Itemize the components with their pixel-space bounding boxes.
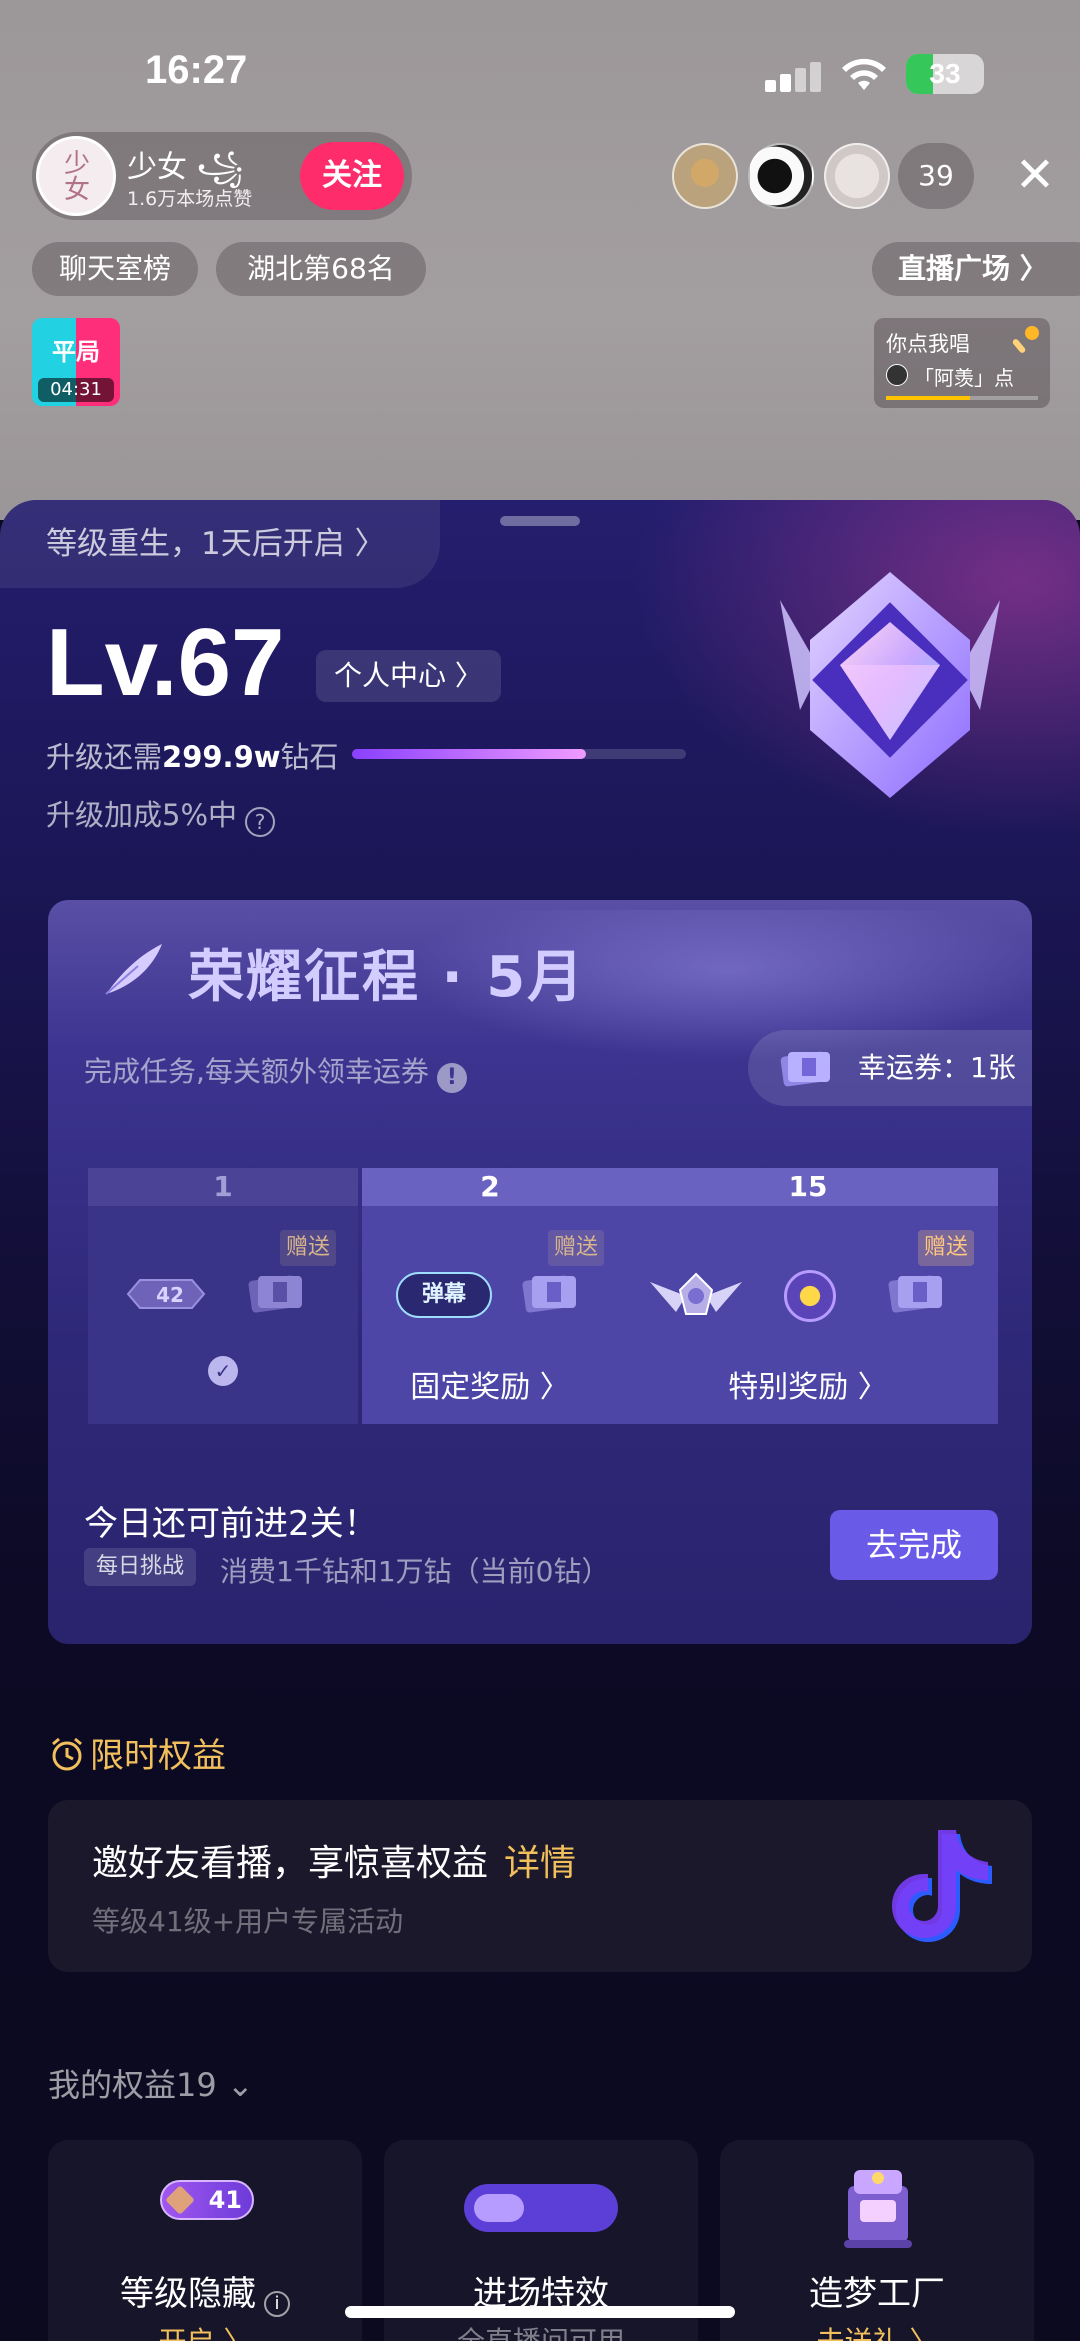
personal-center-button[interactable]: 个人中心 〉 — [316, 650, 501, 702]
svg-text:42: 42 — [156, 1283, 184, 1307]
cellular-signal-icon — [765, 62, 821, 92]
right-action[interactable]: 开启 〉 — [48, 2320, 362, 2341]
dream-factory-icon — [844, 2170, 912, 2248]
stage-1[interactable]: 1 赠送 42 ✓ — [88, 1168, 358, 1424]
microphone-icon — [1012, 326, 1039, 353]
my-rights-toggle[interactable]: 我的权益19 ⌄ — [48, 2060, 254, 2106]
daily-challenge-tag: 每日挑战 — [84, 1548, 197, 1586]
invite-subtitle: 等级41级+用户专属活动 — [92, 1905, 404, 1938]
level-sheet: 等级重生，1天后开启 〉 Lv.67 个人中心 〉 升级还需299.9w钻石 升… — [0, 500, 1080, 2341]
right-action[interactable]: 去送礼 〉 — [720, 2320, 1034, 2341]
live-plaza-button[interactable]: 直播广场 〉 — [872, 242, 1080, 296]
stage-2[interactable]: 2 赠送 弹幕 固定奖励 〉 — [362, 1168, 618, 1424]
honor-journey-card: 荣耀征程 · 5月 完成任务,每关额外领幸运券! 幸运券：1张 1 赠送 42 — [48, 900, 1032, 1644]
right-action: 全直播间可用 — [384, 2320, 698, 2341]
viewer-avatar[interactable] — [748, 143, 814, 209]
gift-tag: 赠送 — [918, 1230, 975, 1266]
status-time: 16:27 — [145, 48, 248, 92]
region-rank-tag[interactable]: 湖北第68名 — [216, 242, 426, 296]
honor-subtitle: 完成任务,每关额外领幸运券! — [84, 1050, 467, 1093]
info-icon[interactable]: i — [264, 2291, 290, 2317]
entrance-effect-icon — [464, 2184, 618, 2232]
tiktok-logo-icon — [892, 1830, 992, 1942]
level-diamond-badge-icon — [780, 572, 1000, 798]
home-indicator[interactable] — [345, 2306, 735, 2318]
completed-check-icon: ✓ — [208, 1356, 238, 1386]
requester-avatar — [886, 364, 908, 386]
sheet-drag-handle[interactable] — [500, 516, 580, 526]
daily-challenge-desc: 消费1千钻和1万钻（当前0钻） — [220, 1555, 610, 1588]
stage-number: 15 — [618, 1168, 998, 1206]
alarm-clock-icon — [52, 1737, 82, 1771]
level-41-badge-icon: 41 — [160, 2180, 254, 2220]
status-bar: 16:27 33 — [0, 40, 1080, 110]
stage-number: 2 — [362, 1168, 618, 1206]
battery-level: 33 — [929, 58, 961, 89]
honor-title: 荣耀征程 · 5月 — [188, 945, 586, 1010]
invite-detail-link[interactable]: 详情 — [504, 1843, 576, 1884]
level-progress-bar — [352, 749, 686, 759]
gift-tag: 赠送 — [548, 1230, 605, 1266]
pk-status-badge[interactable]: 平局 04:31 — [32, 318, 120, 406]
danmu-badge: 弹幕 — [396, 1272, 492, 1318]
help-icon[interactable]: ? — [245, 807, 276, 837]
follow-button[interactable]: 关注 — [300, 142, 404, 210]
today-progress-text: 今日还可前进2关！ — [84, 1504, 378, 1544]
ticket-icon — [522, 1275, 576, 1313]
upgrade-bonus: 升级加成5%中? — [46, 792, 276, 837]
pk-timer: 04:31 — [38, 378, 114, 402]
fixed-reward-link[interactable]: 固定奖励 〉 — [362, 1362, 618, 1406]
song-request-title: 你点我唱 — [886, 332, 970, 356]
invite-title: 邀好友看播，享惊喜权益 详情 — [92, 1843, 577, 1884]
stage-15[interactable]: 15 赠送 特别奖励 〉 — [618, 1168, 998, 1424]
song-progress-bar — [886, 396, 1038, 400]
feather-icon — [105, 944, 162, 995]
viewer-avatar[interactable] — [672, 143, 738, 209]
special-reward-link[interactable]: 特别奖励 〉 — [618, 1362, 998, 1406]
coin-icon — [784, 1270, 836, 1322]
limited-rights-title: 限时权益 — [48, 1728, 226, 1777]
winged-badge-icon — [650, 1272, 742, 1315]
ticket-icon — [780, 1051, 830, 1087]
host-avatar-text: 少女 — [63, 149, 90, 205]
lucky-coupon-count[interactable]: 幸运券：1张 — [748, 1030, 1032, 1106]
right-name: 等级隐藏 i — [48, 2266, 362, 2317]
ticket-icon — [248, 1275, 302, 1313]
gift-tag: 赠送 — [280, 1230, 337, 1266]
host-info[interactable]: 少女 少女 ꧁ 1.6万本场点赞 关注 — [32, 132, 412, 220]
host-likes: 1.6万本场点赞 — [127, 188, 253, 210]
ticket-icon — [888, 1275, 942, 1313]
info-icon[interactable]: ! — [436, 1063, 467, 1093]
right-name: 造梦工厂 — [809, 2274, 945, 2314]
host-avatar[interactable]: 少女 — [36, 136, 116, 216]
stage-number: 1 — [88, 1168, 358, 1206]
pk-result-label: 平局 — [52, 338, 100, 366]
song-request-card[interactable]: 你点我唱 「阿羡」点 — [874, 318, 1050, 408]
battery-icon: 33 — [906, 54, 984, 94]
level-badge-icon: 42 — [126, 1279, 206, 1309]
invite-friends-card[interactable]: 邀好友看播，享惊喜权益 详情 等级41级+用户专属活动 — [48, 1800, 1032, 1972]
chatroom-rank-tag[interactable]: 聊天室榜 — [32, 242, 198, 296]
go-complete-button[interactable]: 去完成 — [830, 1510, 998, 1580]
level-rebirth-banner[interactable]: 等级重生，1天后开启 〉 — [0, 500, 440, 588]
wifi-icon — [842, 58, 886, 90]
level-value: Lv.67 — [46, 609, 285, 716]
song-request-text: 「阿羡」点 — [914, 366, 1014, 390]
right-card-level-hide[interactable]: 41 等级隐藏i 开启 〉 — [48, 2140, 362, 2341]
viewer-avatar[interactable] — [824, 143, 890, 209]
viewer-count[interactable]: 39 — [898, 143, 974, 209]
upgrade-requirement: 升级还需299.9w钻石 — [46, 740, 339, 774]
close-icon[interactable]: ✕ — [1010, 150, 1060, 200]
chevron-down-icon: ⌄ — [216, 2066, 254, 2104]
right-card-dream-factory[interactable]: 造梦工厂 去送礼 〉 — [720, 2140, 1034, 2341]
upgrade-amount: 299.9w — [162, 740, 281, 774]
honor-stages: 1 赠送 42 ✓ 2 赠送 弹幕 固定奖励 〉 15 赠送 特别奖励 〉 — [88, 1168, 998, 1424]
